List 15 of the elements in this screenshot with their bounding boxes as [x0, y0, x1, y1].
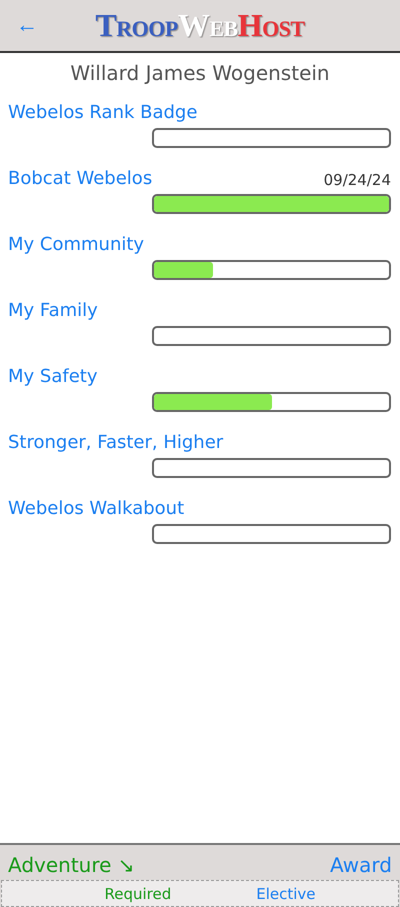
- adventure-link[interactable]: My Community: [8, 234, 144, 255]
- footer-tab[interactable]: Award: [330, 853, 392, 877]
- footer-tab[interactable]: Adventure ↘: [8, 853, 135, 877]
- completion-date: 09/24/24: [324, 171, 391, 189]
- adventure-link[interactable]: Webelos Rank Badge: [8, 102, 198, 123]
- adventure-link[interactable]: Webelos Walkabout: [8, 498, 184, 519]
- back-button[interactable]: ←: [12, 12, 42, 38]
- filter-tab[interactable]: Elective: [256, 885, 316, 903]
- adventure-link[interactable]: My Safety: [8, 366, 98, 387]
- adventure-link[interactable]: Bobcat Webelos: [8, 168, 152, 189]
- scout-name: Willard James Wogenstein: [69, 61, 331, 85]
- adventure-link[interactable]: My Family: [8, 300, 98, 321]
- filter-tab[interactable]: Required: [104, 885, 172, 903]
- adventure-link[interactable]: Stronger, Faster, Higher: [8, 432, 224, 453]
- app-logo: TroopWebHost: [95, 7, 305, 44]
